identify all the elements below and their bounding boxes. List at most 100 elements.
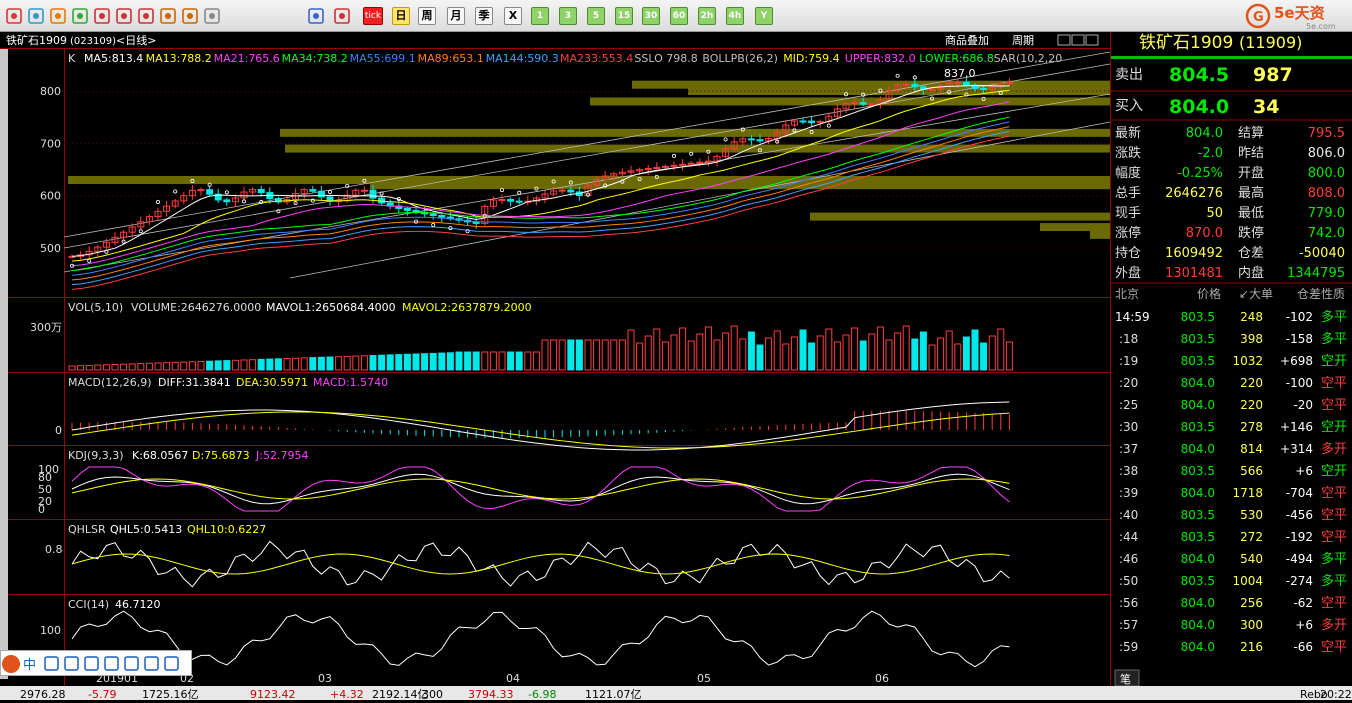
tool-icon[interactable] xyxy=(182,8,198,24)
sell-price: 804.5 xyxy=(1169,64,1229,86)
tick-price-0: 803.5 xyxy=(1181,310,1215,324)
vol-bar-45 xyxy=(455,351,463,371)
period-button-1[interactable]: 周 xyxy=(418,7,436,25)
tick-header-0: 北京 xyxy=(1115,287,1139,301)
tick-tab-label[interactable]: 笔 xyxy=(1120,672,1131,686)
tick-button[interactable]: tick xyxy=(363,7,383,25)
f10-icon[interactable] xyxy=(50,8,66,24)
candle-body-57 xyxy=(558,189,566,192)
tick-time-10: :44 xyxy=(1119,530,1138,544)
pen-icon[interactable] xyxy=(160,8,176,24)
ime-emoji-icon[interactable] xyxy=(64,656,79,671)
status-item-3: 9123.42 xyxy=(250,688,296,700)
x-tick-3: 04 xyxy=(506,672,520,685)
vol-bar-47 xyxy=(472,351,480,371)
tick-price-15: 804.0 xyxy=(1181,640,1215,654)
period-button-2[interactable]: 月 xyxy=(447,7,465,25)
cycle-button[interactable]: 周期 xyxy=(1012,34,1034,47)
zoom-in-icon[interactable] xyxy=(94,8,110,24)
filter-icon[interactable] xyxy=(204,8,220,24)
overlay-button[interactable]: 商品叠加 xyxy=(945,33,989,47)
tick-volume-3: 220 xyxy=(1240,376,1263,390)
tick-time-1: :18 xyxy=(1119,332,1138,346)
tick-volume-11: 540 xyxy=(1240,552,1263,566)
period-button-10[interactable]: 60 xyxy=(670,7,688,25)
vol-bar-42 xyxy=(429,352,437,371)
period-button-4[interactable]: X xyxy=(504,7,522,25)
tick-price-7: 803.5 xyxy=(1181,464,1215,478)
ime-skin-icon[interactable] xyxy=(124,656,139,671)
candle-body-42 xyxy=(429,213,437,217)
quote-value-3: 2646276 xyxy=(1165,186,1223,201)
tick-time-13: :56 xyxy=(1119,596,1138,610)
tick-time-8: :39 xyxy=(1119,486,1138,500)
period-button-13[interactable]: Y xyxy=(755,7,773,25)
tick-volume-13: 256 xyxy=(1240,596,1263,610)
cci-title: CCI(14) xyxy=(68,598,109,611)
chart-icon[interactable] xyxy=(334,8,350,24)
tick-price-6: 804.0 xyxy=(1181,442,1215,456)
tick-oi-2: +698 xyxy=(1280,354,1313,368)
toolbar: tick 日周月季 X 1 3 5 15 30 60 2h 4h Y xyxy=(0,0,1352,32)
tick-time-6: :37 xyxy=(1119,442,1138,456)
tick-volume-14: 300 xyxy=(1240,618,1263,632)
candle-body-92 xyxy=(859,102,867,105)
ime-punct-icon[interactable] xyxy=(44,656,59,671)
chart-area[interactable]: 铁矿石1909 (023109) <日线> 商品叠加 周期 800 700 600 500 K MA… xyxy=(0,32,1111,701)
quote-label-0: 最新 xyxy=(1115,125,1141,141)
sr-band-9 xyxy=(1090,230,1110,239)
tick-price-5: 803.5 xyxy=(1181,420,1215,434)
quote-value-0: 804.0 xyxy=(1186,126,1223,141)
refresh-icon[interactable] xyxy=(72,8,88,24)
left-strip xyxy=(0,49,8,679)
chart-title-name: 铁矿石1909 xyxy=(6,34,67,47)
candle-body-100 xyxy=(928,88,936,91)
zoom-out-icon[interactable] xyxy=(116,8,132,24)
vol-bar-37 xyxy=(386,354,394,371)
status-item-7: 3794.33 xyxy=(468,688,514,700)
chart-canvas[interactable]: 铁矿石1909 (023109) <日线> 商品叠加 周期 800 700 600 500 K MA… xyxy=(0,32,1111,701)
vol-bar-36 xyxy=(378,354,386,371)
period-button-8[interactable]: 15 xyxy=(615,7,633,25)
vol-bar-38 xyxy=(395,354,403,371)
window-icon[interactable] xyxy=(138,8,154,24)
home-icon[interactable] xyxy=(6,8,22,24)
tick-price-8: 804.0 xyxy=(1181,486,1215,500)
y-tick-main-1: 700 xyxy=(40,137,61,150)
ime-grid-icon[interactable] xyxy=(164,656,179,671)
tick-volume-4: 220 xyxy=(1240,398,1263,412)
tick-oi-13: -62 xyxy=(1293,596,1313,610)
period-button-7[interactable]: 5 xyxy=(587,7,605,25)
tick-volume-1: 398 xyxy=(1240,332,1263,346)
save-icon[interactable] xyxy=(28,8,44,24)
tick-volume-10: 272 xyxy=(1240,530,1263,544)
ime-voice-icon[interactable] xyxy=(84,656,99,671)
status-item-11: 20:22 xyxy=(1320,688,1352,700)
table-icon[interactable] xyxy=(308,8,324,24)
period-button-5[interactable]: 1 xyxy=(531,7,549,25)
main-k-label: K xyxy=(68,52,76,65)
candle-body-22 xyxy=(257,188,265,194)
ime-shirt-icon[interactable] xyxy=(144,656,159,671)
ime-mode[interactable]: 中 xyxy=(23,658,36,673)
ime-keyboard-icon[interactable] xyxy=(104,656,119,671)
period-button-3[interactable]: 季 xyxy=(475,7,493,25)
vol-bar-16 xyxy=(206,360,214,371)
period-button-11[interactable]: 2h xyxy=(698,7,716,25)
vol-bar-22 xyxy=(257,358,265,371)
vol-bar-41 xyxy=(421,353,429,371)
period-button-6[interactable]: 3 xyxy=(559,7,577,25)
ime-toolbar[interactable]: 中 xyxy=(0,650,192,676)
period-button-0[interactable]: 日 xyxy=(392,7,410,25)
status-item-8: -6.98 xyxy=(528,688,556,700)
tick-price-1: 803.5 xyxy=(1181,332,1215,346)
period-button-12[interactable]: 4h xyxy=(726,7,744,25)
ma-label-2: MA21:765.6 xyxy=(214,52,280,65)
quote-label2-7: 内盘 xyxy=(1238,265,1264,281)
vol-bar-104 xyxy=(962,336,970,371)
y-tick-main-3: 500 xyxy=(40,242,61,255)
period-button-9[interactable]: 30 xyxy=(642,7,660,25)
status-bar: 2976.28 -5.79 1725.16亿 9123.42 +4.32 2192.14亿… xyxy=(0,686,1352,701)
quote-value-7: 1301481 xyxy=(1165,266,1223,281)
tick-price-13: 804.0 xyxy=(1181,596,1215,610)
